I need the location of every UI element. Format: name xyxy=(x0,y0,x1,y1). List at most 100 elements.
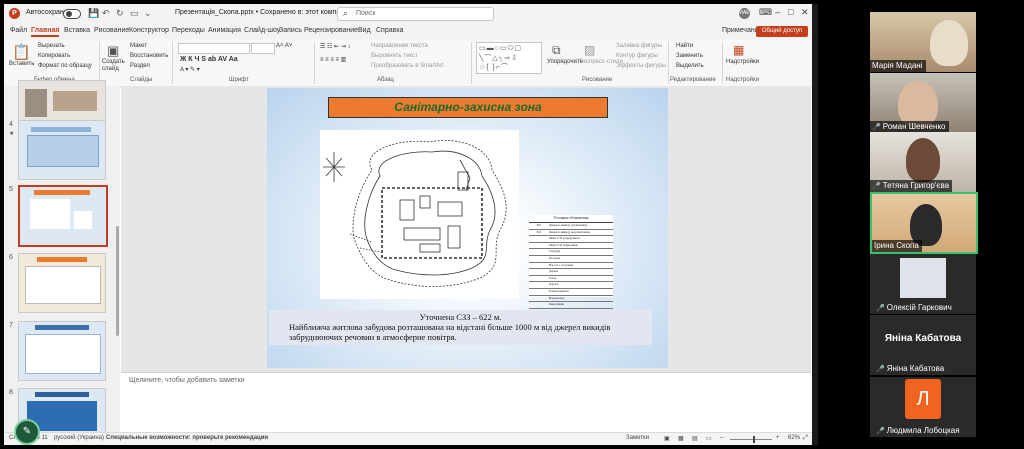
zoom-level[interactable]: 62% xyxy=(788,435,800,441)
addins-icon[interactable]: ▦ xyxy=(733,43,744,57)
legend-row: Дерева xyxy=(529,269,613,276)
notes-pane[interactable]: Щелкните, чтобы добавить заметки xyxy=(121,372,811,433)
cut-button[interactable]: Вырезать xyxy=(38,43,65,49)
arrange-button[interactable]: Упорядочить xyxy=(547,59,583,65)
slideshow-icon[interactable]: ▭ xyxy=(706,435,712,442)
slide-thumbnail-7[interactable] xyxy=(18,321,106,381)
zoom-slider[interactable] xyxy=(730,439,772,440)
zoom-out-icon[interactable]: – xyxy=(720,435,723,441)
slide-sorter-icon[interactable]: ▦ xyxy=(678,435,684,442)
align-text-button[interactable]: Выровнять текст xyxy=(371,53,418,59)
participant-initial-avatar: Л xyxy=(905,379,941,419)
group-addins-label: Надстройки xyxy=(726,77,759,83)
paste-button[interactable]: Вставить xyxy=(9,61,34,67)
slide-number-4: 4 xyxy=(9,121,13,128)
fit-to-window-icon[interactable]: ⤢ xyxy=(803,435,808,442)
reading-view-icon[interactable]: ▤ xyxy=(692,435,698,442)
zoom-slider-thumb[interactable] xyxy=(753,436,755,443)
accessibility-status[interactable]: Специальные возможности: проверьте реком… xyxy=(106,435,268,441)
reset-button[interactable]: Восстановить xyxy=(130,53,168,59)
participant-display-name: Яніна Кабатова xyxy=(884,333,962,344)
section-button[interactable]: Раздел xyxy=(130,63,150,69)
find-button[interactable]: Найти xyxy=(676,43,693,49)
participant-tile[interactable]: Яніна Кабатова 🎤 Яніна Кабатова xyxy=(870,315,976,375)
copy-button[interactable]: Копировать xyxy=(38,53,70,59)
legend-row: Межа СЗЗ нормативна xyxy=(529,243,613,250)
muted-mic-icon: 🎤 xyxy=(876,428,885,435)
participant-tile[interactable]: Марія Мадані xyxy=(870,12,976,72)
undo-icon[interactable]: ↶ xyxy=(102,8,110,19)
annotate-pen-button[interactable]: ✎ xyxy=(14,419,40,445)
tab-file[interactable]: Файл xyxy=(10,27,27,34)
user-avatar[interactable]: ИАЕ xyxy=(739,8,750,19)
tab-help[interactable]: Справка xyxy=(376,27,403,34)
layout-button[interactable]: Макет xyxy=(130,43,147,49)
new-slide-button[interactable]: Создать слайд xyxy=(102,59,125,73)
shapes-gallery[interactable]: ▭▬○▭⬭▢ ╲⌒△┐⇨⇩ ☆{ }⌐⌒ xyxy=(476,42,542,74)
participant-tile[interactable]: 🎤 Тетяна Григор'єва xyxy=(870,132,976,192)
paste-icon[interactable]: 📋 xyxy=(12,43,31,61)
new-slide-icon[interactable]: ▣ xyxy=(107,43,119,59)
tab-animations[interactable]: Анимация xyxy=(208,27,241,34)
tab-slideshow[interactable]: Слайд-шоу xyxy=(244,27,280,34)
tab-draw[interactable]: Рисование xyxy=(94,27,129,34)
customize-qat-icon[interactable]: ⌄ xyxy=(144,8,152,19)
autosave-toggle[interactable] xyxy=(63,9,81,19)
format-buttons-icons[interactable]: Ж К Ч S ab AV Aa xyxy=(180,56,238,63)
slide-number-7: 7 xyxy=(9,322,13,329)
legend-row: Електромережа xyxy=(529,289,613,296)
align-buttons-icons[interactable]: ≡ ≡ ≡ ≡ ▥ xyxy=(320,56,346,63)
notes-placeholder: Щелкните, чтобы добавить заметки xyxy=(129,377,245,384)
slide-title[interactable]: Санітарно-захисна зона xyxy=(328,97,608,118)
current-slide[interactable]: Санітарно-захисна зона Условные обозначе… xyxy=(267,88,668,368)
tab-record[interactable]: Запись xyxy=(279,27,302,34)
arrange-icon[interactable]: ⧉ xyxy=(552,43,561,58)
grow-shrink-font-icons[interactable]: A˄ A˅ xyxy=(276,43,292,49)
maximize-icon[interactable]: □ xyxy=(788,7,793,17)
tab-home[interactable]: Главная xyxy=(31,27,60,37)
save-icon[interactable]: 💾 xyxy=(88,8,99,19)
window-resize-handle[interactable] xyxy=(812,4,818,445)
format-painter-button[interactable]: Формат по образцу xyxy=(38,63,92,69)
participant-tile[interactable]: Л 🎤 Людмила Лобоцкая xyxy=(870,377,976,437)
tab-design[interactable]: Конструктор xyxy=(129,27,169,34)
slide-text-box[interactable]: Уточнена СЗЗ – 622 м. Найближча житлова … xyxy=(269,310,652,345)
participant-tile[interactable]: 🎤 Олексій Гаркович xyxy=(870,254,976,314)
tab-view[interactable]: Вид xyxy=(358,27,371,34)
search-box[interactable]: ⌕ Поиск xyxy=(337,7,494,21)
participant-tile[interactable]: 🎤 Роман Шевченко xyxy=(870,73,976,133)
redo-icon[interactable]: ↻ xyxy=(116,8,124,19)
document-title[interactable]: Презентація_Скопа.pptx • Сохранено в: эт… xyxy=(175,9,356,16)
share-button[interactable]: Общий доступ xyxy=(756,26,808,37)
tab-insert[interactable]: Вставка xyxy=(64,27,90,34)
quick-styles-icon[interactable]: ▨ xyxy=(584,43,595,57)
thumbnails-scrollbar[interactable] xyxy=(116,226,119,336)
tab-transitions[interactable]: Переходы xyxy=(172,27,205,34)
shape-fill-button[interactable]: Заливка фигуры xyxy=(616,43,662,49)
normal-view-icon[interactable]: ▣ xyxy=(664,435,670,442)
select-button[interactable]: Выделить xyxy=(676,63,704,69)
font-color-icons[interactable]: A ▾ ✎ ▾ xyxy=(180,66,200,73)
addins-button[interactable]: Надстройки xyxy=(726,59,759,65)
language-status[interactable]: русский (Украина) xyxy=(54,435,104,441)
participant-tile-active-speaker[interactable]: Ірина Скопа xyxy=(870,192,978,254)
slide-thumbnail-5-selected[interactable] xyxy=(18,185,108,247)
presenter-icon[interactable]: ▭ xyxy=(130,8,139,19)
font-name-select[interactable] xyxy=(178,43,250,54)
zoom-in-icon[interactable]: + xyxy=(776,435,780,441)
notes-toggle-button[interactable]: Заметки xyxy=(626,435,649,441)
shape-outline-button[interactable]: Контур фигуры xyxy=(616,53,658,59)
minimize-icon[interactable]: – xyxy=(775,7,780,17)
slide-thumbnail-6[interactable] xyxy=(18,253,106,313)
list-buttons-icons[interactable]: ☰ ☷ ⇤ ⇥ ↕ xyxy=(320,43,350,50)
ribbon-options-icon[interactable]: ⌨ xyxy=(759,7,772,18)
smartart-button[interactable]: Преобразовать в SmartArt xyxy=(371,63,444,69)
font-size-select[interactable] xyxy=(251,43,275,54)
shape-effects-button[interactable]: Эффекты фигуры xyxy=(616,63,666,69)
replace-button[interactable]: Заменить xyxy=(676,53,703,59)
tab-review[interactable]: Рецензирование xyxy=(304,27,358,34)
slide-thumbnail-4[interactable] xyxy=(18,120,106,180)
muted-mic-icon: 🎤 xyxy=(872,183,881,190)
text-direction-button[interactable]: Направление текста xyxy=(371,43,428,49)
close-icon[interactable]: ✕ xyxy=(801,7,809,18)
